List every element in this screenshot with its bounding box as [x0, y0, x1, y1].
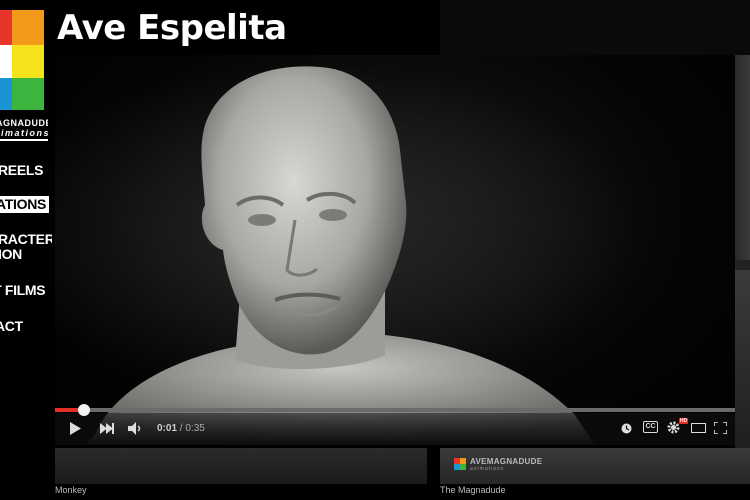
sidebar-nav: REELS ATIONS RACTER ION T FILMS ACT: [0, 0, 52, 500]
theater-icon[interactable]: [691, 423, 706, 433]
hd-badge: HD: [679, 418, 689, 424]
sculpture-bust-image: [85, 66, 595, 445]
next-icon[interactable]: [100, 423, 114, 434]
time-display: 0:01 / 0:35: [157, 423, 205, 434]
duration: / 0:35: [179, 423, 205, 434]
thumbnail-edge-top: [735, 55, 750, 260]
thumbnail-monkey[interactable]: [55, 448, 427, 484]
thumbnail-label-monkey[interactable]: Monkey: [55, 485, 87, 495]
page-title: Ave Espelita: [57, 8, 287, 48]
progress-scrubber[interactable]: [77, 404, 90, 416]
nav-item-contact[interactable]: ACT: [0, 319, 23, 333]
clock-icon[interactable]: [621, 423, 632, 434]
progress-bar[interactable]: [55, 404, 735, 416]
volume-icon[interactable]: [128, 422, 142, 435]
nav-item-character-animation-line1[interactable]: RACTER: [0, 232, 52, 246]
thumbnail-magnadude[interactable]: AVEMAGNADUDE animations: [440, 448, 750, 484]
nav-item-short-films[interactable]: T FILMS: [0, 283, 46, 297]
video-player[interactable]: 0:01 / 0:35 CC HD: [55, 55, 735, 445]
thumbnail-logo-icon: [454, 458, 466, 470]
fullscreen-icon[interactable]: [714, 422, 727, 434]
nav-item-animations[interactable]: ATIONS: [0, 196, 50, 213]
captions-button[interactable]: CC: [643, 421, 658, 433]
thumbnail-overlay-title: AVEMAGNADUDE: [470, 457, 543, 466]
next-thumbnail-edge[interactable]: [735, 55, 750, 460]
thumbnail-strip-top: [440, 0, 750, 56]
current-time: 0:01: [157, 423, 178, 434]
player-controls: 0:01 / 0:35 CC HD: [55, 404, 735, 445]
play-icon[interactable]: [69, 422, 81, 435]
nav-item-character-animation-line2[interactable]: ION: [0, 247, 22, 261]
thumbnail-edge-bottom: [735, 270, 750, 460]
thumbnail-label-magnadude[interactable]: The Magnadude: [440, 485, 506, 495]
nav-item-reels[interactable]: REELS: [0, 163, 43, 177]
thumbnail-overlay-subtitle: animations: [470, 466, 505, 472]
